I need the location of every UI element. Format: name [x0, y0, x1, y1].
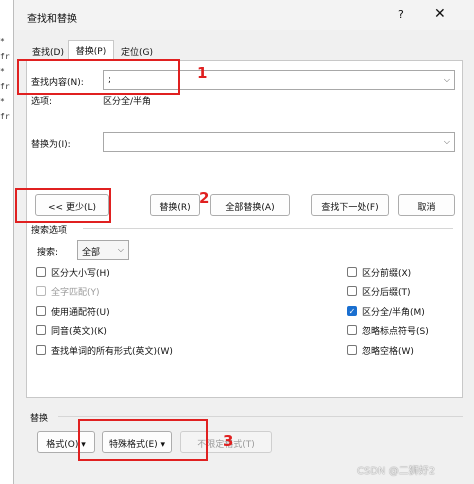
replace-label: 替换为(I):: [31, 140, 71, 150]
checkbox-wildcards[interactable]: [36, 306, 46, 316]
checkbox-label: 忽略标点符号(S): [362, 327, 429, 337]
checkbox-match-case[interactable]: [36, 267, 46, 277]
checkbox-label: 查找单词的所有形式(英文)(W): [51, 347, 173, 357]
annotation-box-3: [78, 419, 208, 461]
background-line: * fr: [0, 67, 10, 91]
checkbox-label: 区分大小写(H): [51, 269, 110, 279]
find-next-button[interactable]: 查找下一处(F): [311, 194, 389, 216]
search-label: 搜索:: [37, 248, 59, 258]
checkbox-sounds-like[interactable]: [36, 325, 46, 335]
dialog-title: 查找和替换: [27, 14, 77, 25]
checkbox-label: 全字匹配(Y): [51, 288, 100, 298]
divider: [58, 416, 463, 417]
options-label: 选项:: [31, 97, 53, 107]
checkbox-ignore-space[interactable]: [347, 345, 357, 355]
search-select-value: 全部: [82, 248, 101, 258]
replace-panel: 查找内容(N): ; ⌵ 选项: 区分全/半角 替换为(I): ⌵ << 更少(…: [26, 60, 463, 398]
replace-all-button[interactable]: 全部替换(A): [210, 194, 290, 216]
checkbox-match-prefix[interactable]: [347, 267, 357, 277]
title-bar: 查找和替换 ? ✕: [14, 0, 474, 30]
checkbox-label: 区分后缀(T): [362, 288, 411, 298]
background-line: * fr: [0, 37, 10, 61]
annotation-number-1: 1: [197, 64, 208, 82]
annotation-box-2: [15, 188, 111, 223]
replace-button[interactable]: 替换(R): [150, 194, 200, 216]
chevron-down-icon[interactable]: ⌵: [118, 245, 124, 255]
search-select[interactable]: 全部 ⌵: [77, 240, 129, 260]
checkbox-label: 区分全/半角(M): [362, 308, 425, 318]
replace-input[interactable]: ⌵: [103, 132, 455, 152]
checkbox-label: 使用通配符(U): [51, 308, 110, 318]
chevron-down-icon[interactable]: ⌵: [444, 137, 450, 147]
checkbox-label: 忽略空格(W): [362, 347, 414, 357]
tab-replace[interactable]: 替换(P): [68, 40, 114, 61]
checkbox-label: 同音(英文)(K): [51, 327, 107, 337]
divider: [83, 228, 453, 229]
chevron-down-icon[interactable]: ⌵: [444, 75, 450, 85]
checkbox-ignore-punctuation[interactable]: [347, 325, 357, 335]
replace-section-label: 替换: [30, 414, 49, 424]
checkbox-whole-word: [36, 286, 46, 296]
tab-find[interactable]: 查找(D): [28, 42, 68, 60]
cancel-button[interactable]: 取消: [398, 194, 455, 216]
checkbox-match-width[interactable]: ✓: [347, 306, 357, 316]
annotation-number-2: 2: [199, 189, 210, 207]
annotation-number-3: 3: [223, 432, 234, 450]
check-icon: ✓: [348, 307, 356, 316]
checkbox-match-suffix[interactable]: [347, 286, 357, 296]
search-options-label: 搜索选项: [31, 226, 68, 236]
close-icon[interactable]: ✕: [434, 6, 446, 22]
background-editor-text: * fr * fr * fr: [0, 34, 14, 124]
help-icon[interactable]: ?: [398, 8, 404, 21]
options-value: 区分全/半角: [103, 97, 152, 107]
background-line: * fr: [0, 97, 10, 121]
checkbox-label: 区分前缀(X): [362, 269, 412, 279]
find-replace-dialog: 查找和替换 ? ✕ 查找(D) 替换(P) 定位(G) 查找内容(N): ; ⌵…: [13, 0, 474, 484]
tab-goto[interactable]: 定位(G): [114, 42, 160, 60]
annotation-box-1: [17, 59, 180, 95]
watermark: CSDN @二狮好2: [357, 466, 436, 477]
checkbox-all-word-forms[interactable]: [36, 345, 46, 355]
